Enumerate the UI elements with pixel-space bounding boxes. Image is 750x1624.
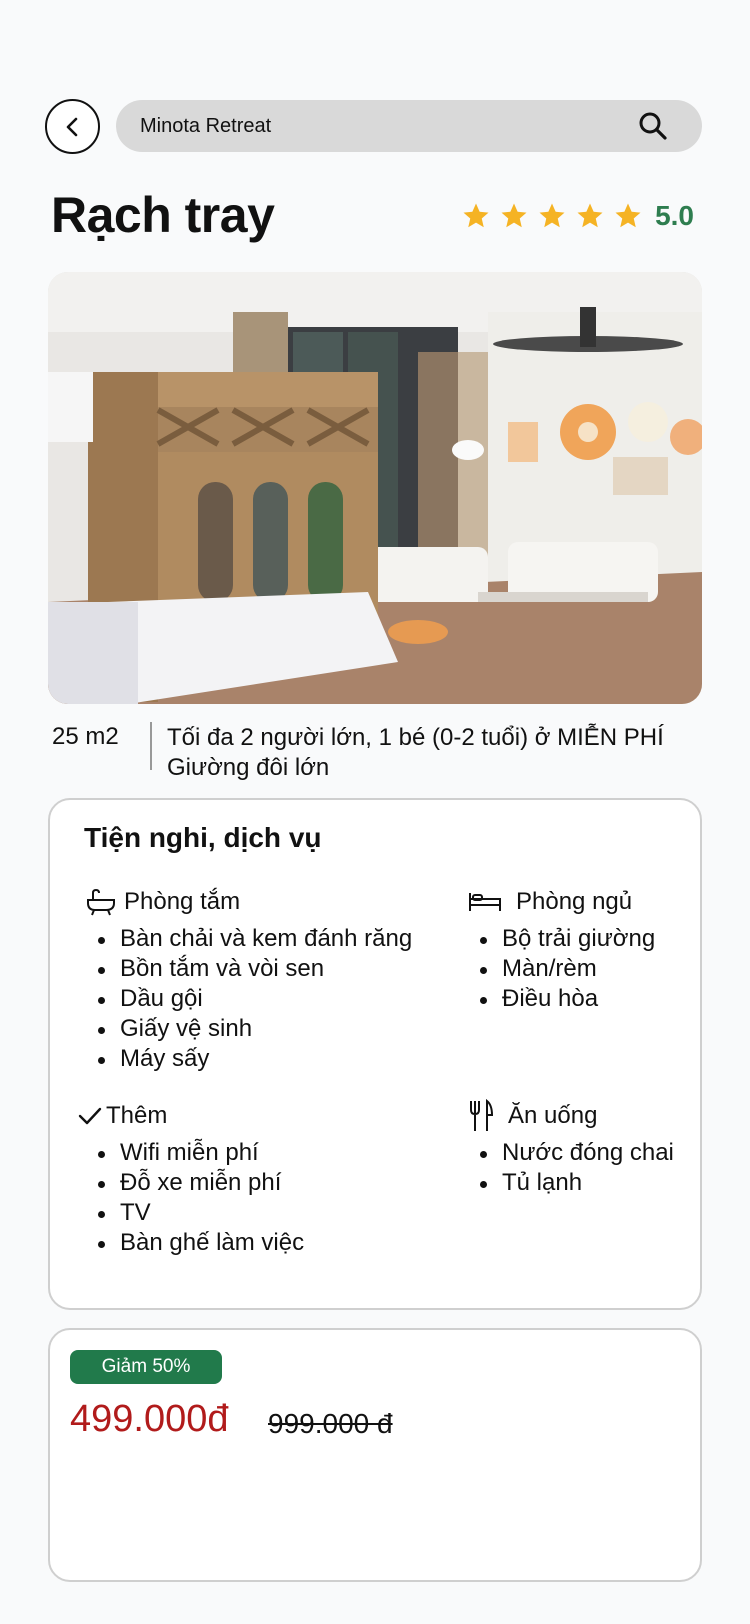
list-item: Bàn ghế làm việc: [86, 1228, 304, 1258]
room-details: Tối đa 2 người lớn, 1 bé (0-2 tuổi) ở MI…: [167, 723, 664, 783]
occupancy-text: Tối đa 2 người lớn, 1 bé (0-2 tuổi) ở MI…: [167, 724, 664, 751]
search-input[interactable]: Minota Retreat: [140, 115, 636, 138]
divider: [150, 722, 152, 770]
amenity-label-dining: Ăn uống: [508, 1102, 598, 1129]
room-title: Rạch tray: [51, 187, 275, 243]
back-button[interactable]: [45, 99, 100, 154]
price-card[interactable]: Giảm 50% 499.000đ 999.000 đ: [48, 1328, 702, 1582]
amenity-list-extra: Wifi miễn phí Đỗ xe miễn phí TV Bàn ghế làm…: [86, 1138, 304, 1258]
amenity-list-bathroom: Bàn chải và kem đánh răng Bồn tắm và vòi …: [86, 924, 412, 1074]
amenity-label-bathroom: Phòng tắm: [124, 888, 241, 915]
bed-icon: [469, 893, 501, 911]
list-item: Giấy vệ sinh: [86, 1014, 412, 1044]
amenity-list-dining: Nước đóng chai Tủ lạnh: [468, 1138, 674, 1198]
amenity-label-bedroom: Phòng ngủ: [516, 888, 633, 915]
star-icon: [463, 203, 489, 228]
amenity-group-extra: Thêm Wifi miễn phí Đỗ xe miễn phí TV Bàn gh…: [78, 1100, 304, 1258]
chevron-left-icon: [66, 117, 77, 136]
list-item: Tủ lạnh: [468, 1168, 674, 1198]
room-detail-screen: Minota Retreat Rạch tray 5.0 25 m2 Tối đ…: [0, 0, 750, 1624]
list-item: Wifi miễn phí: [86, 1138, 304, 1168]
amenity-group-bathroom: Phòng tắm Bàn chải và kem đánh răng Bồn t…: [86, 886, 412, 1074]
list-item: Dầu gội: [86, 984, 412, 1014]
current-price: 499.000đ: [70, 1398, 229, 1440]
discount-badge: Giảm 50%: [70, 1350, 222, 1384]
bathtub-icon: [87, 888, 115, 916]
list-item: Bộ trải giường: [468, 924, 655, 954]
list-item: Đỗ xe miễn phí: [86, 1168, 304, 1198]
amenity-label-extra: Thêm: [106, 1102, 168, 1129]
original-price: 999.000 đ: [268, 1408, 393, 1439]
star-rating: [461, 201, 643, 231]
list-item: Điều hòa: [468, 984, 655, 1014]
search-bar[interactable]: Minota Retreat: [116, 100, 702, 152]
bed-type-text: Giường đôi lớn: [167, 754, 330, 781]
list-item: Màn/rèm: [468, 954, 655, 984]
amenities-card: Tiện nghi, dịch vụ Phòng tắm Bàn chải và…: [48, 798, 702, 1310]
amenity-group-dining: Ăn uống Nước đóng chai Tủ lạnh: [468, 1099, 674, 1198]
star-icon: [577, 203, 603, 228]
room-photo[interactable]: [48, 272, 702, 704]
list-item: TV: [86, 1198, 304, 1228]
list-item: Máy sấy: [86, 1044, 412, 1074]
list-item: Nước đóng chai: [468, 1138, 674, 1168]
list-item: Bàn chải và kem đánh răng: [86, 924, 412, 954]
list-item: Bồn tắm và vòi sen: [86, 954, 412, 984]
amenity-group-bedroom: Phòng ngủ Bộ trải giường Màn/rèm Điều hòa: [468, 886, 655, 1014]
room-area: 25 m2: [52, 723, 119, 750]
star-icon: [539, 203, 565, 228]
rating: 5.0: [461, 200, 694, 232]
amenities-title: Tiện nghi, dịch vụ: [84, 822, 322, 853]
amenity-list-bedroom: Bộ trải giường Màn/rèm Điều hòa: [468, 924, 655, 1014]
fork-knife-icon: [470, 1099, 494, 1131]
star-icon: [615, 203, 641, 228]
search-icon[interactable]: [636, 109, 670, 143]
star-icon: [501, 203, 527, 228]
check-icon: [78, 1107, 102, 1125]
rating-value: 5.0: [655, 200, 694, 231]
